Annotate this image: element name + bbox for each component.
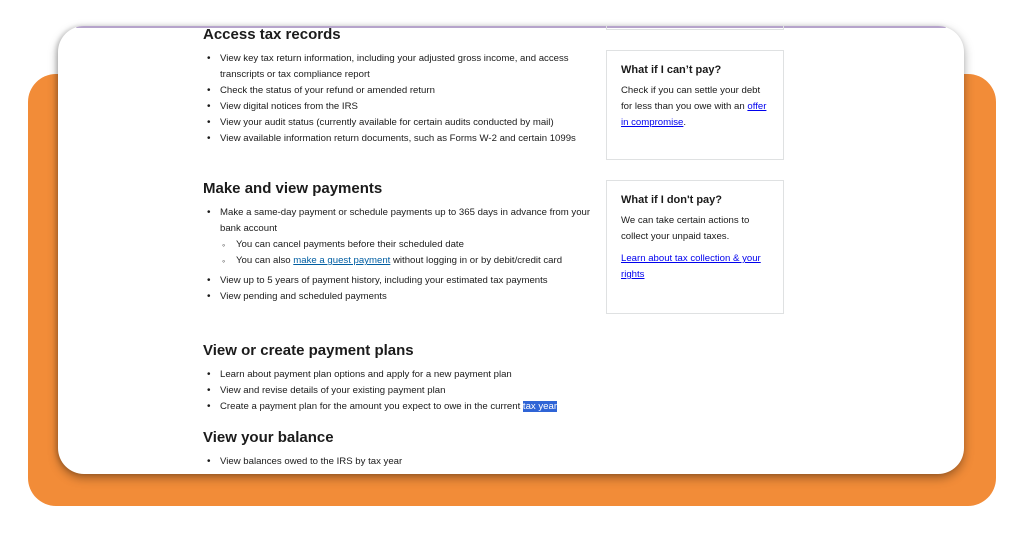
list-item: View pending and scheduled payments bbox=[203, 289, 598, 305]
sidebar-box-cant-pay: What if I can’t pay? Check if you can se… bbox=[606, 50, 784, 160]
guest-payment-link[interactable]: make a guest payment bbox=[293, 255, 390, 266]
list-item: View available information return docume… bbox=[203, 131, 598, 147]
heading-access-tax-records: Access tax records bbox=[203, 26, 341, 43]
balance-list: View balances owed to the IRS by tax yea… bbox=[203, 454, 598, 470]
sub-list-item-suffix: without logging in or by debit/credit ca… bbox=[390, 255, 563, 266]
tax-collection-rights-link[interactable]: Learn about tax collection & your rights bbox=[621, 253, 761, 280]
sidebar-cant-pay-body: Check if you can settle your debt for le… bbox=[621, 85, 761, 112]
sidebar-dont-pay-text: We can take certain actions to collect y… bbox=[621, 215, 750, 242]
list-item: View balances owed to the IRS by tax yea… bbox=[203, 454, 598, 470]
list-item: Make a same-day payment or schedule paym… bbox=[203, 205, 598, 269]
sidebar-cant-pay-title: What if I can’t pay? bbox=[621, 64, 722, 76]
sidebar-dont-pay-link-para: Learn about tax collection & your rights bbox=[621, 251, 769, 283]
list-item: View digital notices from the IRS bbox=[203, 99, 598, 115]
sub-list-item: You can also make a guest payment withou… bbox=[203, 253, 598, 269]
list-item: View and revise details of your existing… bbox=[203, 383, 598, 399]
list-item: Check the status of your refund or amend… bbox=[203, 83, 598, 99]
heading-view-balance: View your balance bbox=[203, 429, 334, 446]
list-item: View up to 5 years of payment history, i… bbox=[203, 273, 598, 289]
heading-make-view-payments: Make and view payments bbox=[203, 180, 383, 197]
plans-list: Learn about payment plan options and app… bbox=[203, 367, 598, 415]
sub-list-item: You can cancel payments before their sch… bbox=[203, 237, 598, 253]
list-item-prefix: Create a payment plan for the amount you… bbox=[220, 401, 523, 412]
browser-screenshot-frame: Access tax records View key tax return i… bbox=[58, 26, 964, 474]
sidebar-cant-pay-suffix: . bbox=[683, 117, 687, 128]
list-item: View key tax return information, includi… bbox=[203, 51, 598, 83]
sub-list-item-prefix: You can also bbox=[236, 255, 294, 266]
sidebar-previous-box-edge bbox=[606, 26, 784, 30]
list-item: Create a payment plan for the amount you… bbox=[203, 399, 598, 415]
section-view-balance: View your balance View balances owed to … bbox=[203, 428, 598, 470]
section-payment-plans: View or create payment plans Learn about… bbox=[203, 341, 598, 415]
sidebar-cant-pay-text: Check if you can settle your debt for le… bbox=[621, 83, 769, 131]
sidebar-box-dont-pay: What if I don't pay? We can take certain… bbox=[606, 180, 784, 314]
list-item: View your audit status (currently availa… bbox=[203, 115, 598, 131]
payments-sub-list: You can cancel payments before their sch… bbox=[203, 237, 598, 269]
sidebar-dont-pay-title: What if I don't pay? bbox=[621, 194, 722, 206]
list-item-text: Make a same-day payment or schedule paym… bbox=[220, 207, 591, 234]
access-list: View key tax return information, includi… bbox=[203, 51, 598, 147]
selected-text-highlight[interactable]: tax year bbox=[522, 401, 558, 412]
heading-payment-plans: View or create payment plans bbox=[203, 342, 414, 359]
section-access-tax-records: Access tax records View key tax return i… bbox=[203, 26, 598, 147]
list-item: Learn about payment plan options and app… bbox=[203, 367, 598, 383]
payments-list: Make a same-day payment or schedule paym… bbox=[203, 205, 598, 305]
section-make-view-payments: Make and view payments Make a same-day p… bbox=[203, 179, 598, 305]
